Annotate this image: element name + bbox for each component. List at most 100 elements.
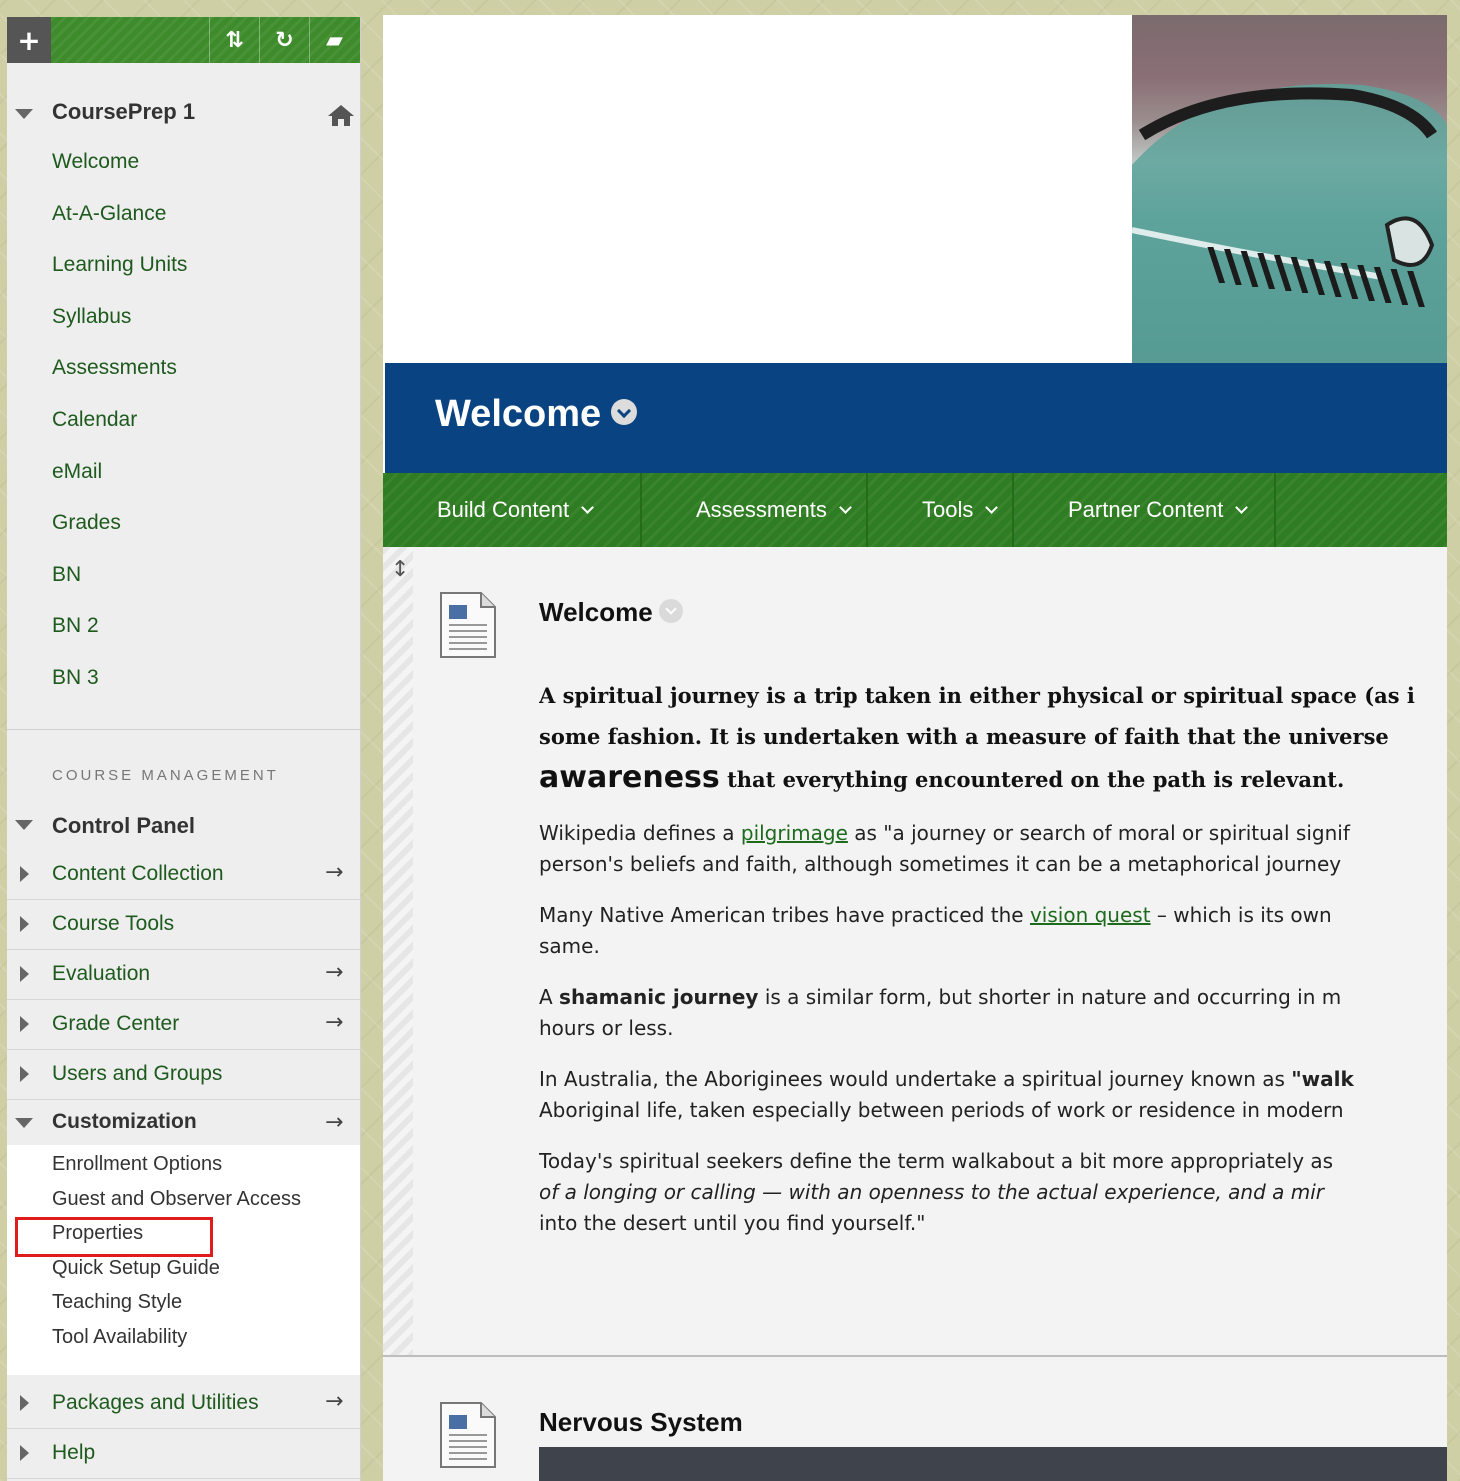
content-area: ↕ Welcome A spiritual journey is a trip … bbox=[383, 547, 1447, 1481]
customization-item[interactable]: Tool Availability bbox=[52, 1326, 187, 1349]
course-menu-toolbar: + ⇅ ↻ ▰ bbox=[7, 17, 360, 63]
bottom-menu-item[interactable]: Packages and Utilities → bbox=[7, 1379, 360, 1429]
customization-item[interactable]: Enrollment Options bbox=[52, 1153, 222, 1176]
drag-strip[interactable]: ↕ bbox=[383, 547, 413, 1355]
expand-icon[interactable] bbox=[20, 1066, 29, 1082]
customization-item[interactable]: Quick Setup Guide bbox=[52, 1257, 220, 1280]
expand-icon[interactable] bbox=[20, 866, 29, 882]
vision-quest-link[interactable]: vision quest bbox=[1030, 903, 1151, 927]
item-title-welcome: Welcome bbox=[539, 597, 683, 628]
menu-divider bbox=[7, 729, 360, 730]
main-content: Welcome Build Content Assessments Tools Par… bbox=[383, 15, 1447, 1481]
lead-line-3: awareness that everything encountered on… bbox=[539, 757, 1447, 800]
expand-icon[interactable] bbox=[20, 1445, 29, 1461]
customization-item[interactable]: Guest and Observer Access bbox=[52, 1188, 301, 1211]
page-options-chevron-icon[interactable] bbox=[611, 398, 638, 425]
control-panel-item[interactable]: Grade Center → bbox=[7, 1000, 360, 1050]
control-panel-item-label: Course Tools bbox=[52, 912, 175, 935]
customization-submenu: Enrollment Options Guest and Observer Acc… bbox=[7, 1145, 360, 1375]
item-title-nervous-system[interactable]: Nervous System bbox=[539, 1407, 743, 1438]
p2-text-b: – which is its own bbox=[1150, 903, 1332, 927]
p3-text-a: A bbox=[539, 985, 560, 1009]
reorder-button[interactable]: ⇅ bbox=[209, 17, 259, 63]
car-photo bbox=[1131, 84, 1447, 363]
drag-handle-icon[interactable]: ↕ bbox=[391, 557, 409, 582]
bottom-menu-item[interactable]: Help bbox=[7, 1429, 360, 1479]
item-options-chevron-icon[interactable] bbox=[658, 599, 683, 624]
p1-text-a: Wikipedia defines a bbox=[539, 821, 741, 845]
course-menu-item[interactable]: At-A-Glance bbox=[52, 202, 166, 226]
course-menu-item[interactable]: Calendar bbox=[52, 408, 137, 432]
document-icon bbox=[440, 592, 496, 658]
page-header: Welcome bbox=[385, 363, 1447, 473]
arrow-right-icon[interactable]: → bbox=[325, 1010, 343, 1035]
collapse-control-panel-icon[interactable] bbox=[15, 820, 33, 830]
paragraph-walkabout: In Australia, the Aboriginees would unde… bbox=[539, 1064, 1447, 1126]
paragraph-seekers: Today's spiritual seekers define the ter… bbox=[539, 1146, 1447, 1239]
p1-text-b: as "a journey or search of moral or spir… bbox=[847, 821, 1350, 845]
course-menu-item[interactable]: Grades bbox=[52, 511, 121, 535]
arrow-right-icon[interactable]: → bbox=[325, 860, 343, 885]
p3-line-2: hours or less. bbox=[539, 1016, 674, 1040]
arrow-right-icon[interactable]: → bbox=[325, 960, 343, 985]
document-icon-2 bbox=[440, 1402, 496, 1468]
control-panel-title[interactable]: Control Panel bbox=[52, 813, 195, 839]
add-menu-item-button[interactable]: + bbox=[7, 17, 51, 63]
collapse-customization-icon[interactable] bbox=[15, 1118, 33, 1128]
refresh-button[interactable]: ↻ bbox=[259, 17, 309, 63]
paragraph-shamanic: A shamanic journey is a similar form, bu… bbox=[539, 982, 1447, 1044]
lead-line-2: some fashion. It is undertaken with a me… bbox=[539, 724, 1389, 749]
expand-icon[interactable] bbox=[20, 1016, 29, 1032]
item-title-text[interactable]: Welcome bbox=[539, 597, 653, 627]
paragraph-vision-quest: Many Native American tribes have practic… bbox=[539, 900, 1447, 962]
course-menu-item[interactable]: Learning Units bbox=[52, 253, 187, 277]
control-panel-item[interactable]: Evaluation → bbox=[7, 950, 360, 1000]
course-menu-item[interactable]: Assessments bbox=[52, 356, 177, 380]
item-body: A spiritual journey is a trip taken in e… bbox=[539, 675, 1447, 1239]
control-panel-item-label: Evaluation bbox=[52, 962, 151, 985]
action-bar-menu[interactable]: Build Content bbox=[383, 473, 642, 547]
p5-line-3: into the desert until you find yourself.… bbox=[539, 1211, 926, 1235]
control-panel-item-label: Grade Center bbox=[52, 1012, 180, 1035]
control-panel-item[interactable]: Users and Groups bbox=[7, 1050, 360, 1100]
action-bar-menu[interactable]: Partner Content bbox=[1014, 473, 1276, 547]
course-menu-item[interactable]: eMail bbox=[52, 460, 102, 484]
p2-text-a: Many Native American tribes have practic… bbox=[539, 903, 1030, 927]
chevron-down-icon bbox=[581, 500, 594, 514]
p4-line-2: Aboriginal life, taken especially betwee… bbox=[539, 1098, 1344, 1122]
chevron-down-icon bbox=[1235, 500, 1249, 514]
pilgrimage-link[interactable]: pilgrimage bbox=[741, 821, 848, 845]
control-panel-item-label: Users and Groups bbox=[52, 1062, 223, 1085]
course-title[interactable]: CoursePrep 1 bbox=[52, 99, 195, 125]
customization-arrow-icon[interactable]: → bbox=[325, 1110, 343, 1135]
action-bar-menu[interactable]: Tools bbox=[868, 473, 1014, 547]
folder-view-button[interactable]: ▰ bbox=[309, 17, 359, 63]
paragraph-pilgrimage: Wikipedia defines a pilgrimage as "a jou… bbox=[539, 818, 1447, 880]
home-icon[interactable] bbox=[327, 103, 355, 127]
control-panel-item-label: Content Collection bbox=[52, 862, 224, 885]
action-bar-menu[interactable]: Assessments bbox=[642, 473, 868, 547]
collapse-course-icon[interactable] bbox=[15, 109, 33, 119]
course-management-heading: COURSE MANAGEMENT bbox=[52, 767, 279, 784]
p5-line-1: Today's spiritual seekers define the ter… bbox=[539, 1149, 1334, 1173]
customization-label: Customization bbox=[52, 1110, 197, 1133]
item2-media-block bbox=[539, 1447, 1447, 1481]
expand-icon[interactable] bbox=[20, 916, 29, 932]
arrow-right-icon[interactable]: → bbox=[325, 1389, 343, 1414]
control-panel-item[interactable]: Content Collection → bbox=[7, 850, 360, 900]
course-menu-item[interactable]: BN 2 bbox=[52, 614, 99, 638]
customization-item[interactable]: Teaching Style bbox=[52, 1291, 182, 1314]
course-menu-item[interactable]: BN 3 bbox=[52, 666, 99, 690]
action-bar-label: Build Content bbox=[437, 497, 570, 522]
course-menu-item[interactable]: Syllabus bbox=[52, 305, 131, 329]
customization-row[interactable]: Customization → bbox=[7, 1100, 360, 1146]
control-panel-item[interactable]: Course Tools bbox=[7, 900, 360, 950]
expand-icon[interactable] bbox=[20, 1395, 29, 1411]
expand-icon[interactable] bbox=[20, 966, 29, 982]
course-menu-item[interactable]: Welcome bbox=[52, 150, 139, 174]
refresh-icon: ↻ bbox=[275, 27, 294, 53]
lead-line-3-rest: that everything encountered on the path … bbox=[719, 767, 1345, 792]
chevron-down-icon bbox=[985, 500, 999, 514]
course-menu-item[interactable]: BN bbox=[52, 563, 81, 587]
page-title-wrap: Welcome bbox=[435, 393, 638, 436]
